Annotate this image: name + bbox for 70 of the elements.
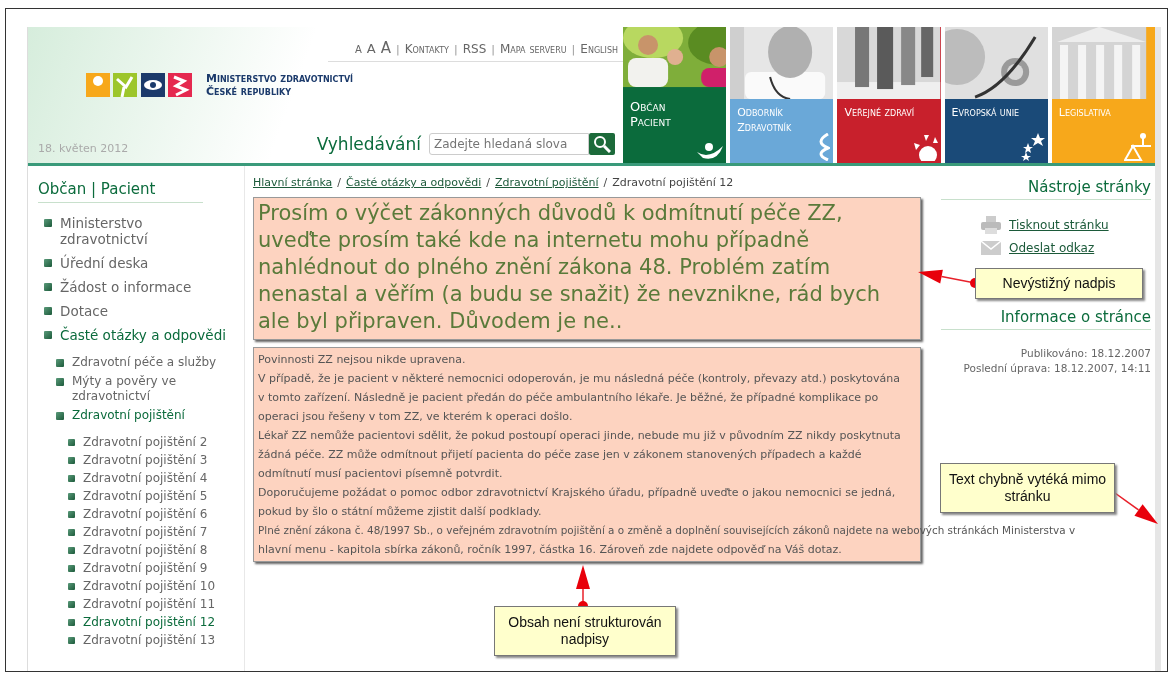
separator: / xyxy=(603,176,608,189)
info-title: Informace o stránce xyxy=(941,308,1151,330)
ministry-logo[interactable] xyxy=(86,73,192,97)
sun-icon xyxy=(913,135,938,161)
sidebar-item[interactable]: Úřední deska xyxy=(44,255,244,271)
annotation-callout: Nevýstižný nadpis xyxy=(975,268,1143,299)
tool-link[interactable]: Odeslat odkaz xyxy=(1009,241,1095,255)
tool-link[interactable]: Tisknout stránku xyxy=(1009,218,1109,232)
search-label: Vyhledávání xyxy=(316,134,421,154)
sidebar-item[interactable]: Zdravotní pojištění 11 xyxy=(68,597,244,612)
article-heading: Prosím o výčet zákonných důvodů k odmítnutí péče ZZ, uveďte prosím také kde na internetu mohu případně nahlédnout do plného znění zákona 48. Problém zatím nenastal a věřím (a budu se snažit) že nevznikne, rád bych ale byl připraven. Důvodem je ne.. xyxy=(253,197,921,340)
separator: | xyxy=(571,43,576,56)
sidebar-item[interactable]: Zdravotní pojištění 5 xyxy=(68,489,244,504)
article-paragraph: Doporučujeme požádat o pomoc odbor zdravotnictví Krajského úřadu, případně uveďte o jakou nemocnici se jedná, pokud by šlo o státní můžeme zjistit další podklady. xyxy=(258,485,897,520)
sidebar-item[interactable]: Zdravotní pojištění 8 xyxy=(68,543,244,558)
header-link[interactable]: RSS xyxy=(462,42,487,56)
article-paragraph: Povinnosti ZZ nejsou nikde upravena. xyxy=(258,352,467,368)
separator: / xyxy=(337,176,342,189)
sidebar-item[interactable]: Ministerstvo zdravotnictví xyxy=(44,215,244,247)
sidebar-item[interactable]: Zdravotní pojištění xyxy=(56,408,244,423)
tools-title: Nástroje stránky xyxy=(941,178,1151,200)
font-size-button[interactable]: A xyxy=(354,44,362,55)
scales-icon xyxy=(1124,133,1152,161)
header-link[interactable]: Kontakty xyxy=(404,42,449,56)
sidebar-item[interactable]: Zdravotní pojištění 12 xyxy=(68,615,244,630)
sidebar-item[interactable]: Žádost o informace xyxy=(44,279,244,295)
section-tile[interactable]: Veřejné zdraví xyxy=(837,27,941,163)
breadcrumb-link[interactable]: Zdravotní pojištění xyxy=(495,176,599,189)
section-tile[interactable]: Občan Pacient xyxy=(623,27,727,163)
sidebar-item[interactable]: Zdravotní pojištění 13 xyxy=(68,633,244,648)
sidebar-item[interactable]: Zdravotní pojištění 6 xyxy=(68,507,244,522)
separator: | xyxy=(395,43,400,56)
article-paragraph: V případě, že je pacient v některé nemocnici odoperován, je mu následná péče (kontroly, převazy atd.) poskytována v tomto zařízení. Následně je pacient předán do péče ambulantního lékaře. Je běžné, že případné komplikace po operaci jsou řešeny v tom ZZ, ve kterém k operaci došlo. xyxy=(258,371,901,425)
sidebar-item[interactable]: Zdravotní pojištění 4 xyxy=(68,471,244,486)
article-paragraph: Lékař ZZ nemůže pacientovi sdělit, že pokud postoupí operaci jinde, nebude mu již v původním ZZ nikdy poskytnuta žádná péče. ZZ může odmítnout přijetí pacienta do péče zase jen v zákonem stanovených případech a každé odmítnutí musí pacientovi písemně potvrdit. xyxy=(258,428,902,482)
ministry-name: České republiky xyxy=(206,85,292,98)
breadcrumb-link[interactable]: Hlavní stránka xyxy=(253,176,333,189)
header-link[interactable]: English xyxy=(580,42,618,56)
font-size-button[interactable]: A xyxy=(380,39,391,57)
sidebar-item[interactable]: Zdravotní pojištění 2 xyxy=(68,435,244,450)
search-button[interactable] xyxy=(589,133,615,155)
font-size-button[interactable]: A xyxy=(366,41,376,56)
breadcrumb-current: Zdravotní pojištění 12 xyxy=(612,176,734,189)
sidebar-item[interactable]: Mýty a pověry ve zdravotnictví xyxy=(56,374,244,404)
separator: / xyxy=(486,176,490,189)
envelope-icon xyxy=(981,240,1001,256)
ministry-name: Ministerstvo zdravotnictví xyxy=(206,72,354,85)
stars-icon xyxy=(1020,133,1045,161)
separator: | xyxy=(453,43,458,56)
article-paragraph: hlavní menu - kapitola sbírka zákonů, ročník 1997, částka 16. Zároveň zde najdete odpověď na Váš dotaz. xyxy=(258,542,843,558)
sidebar-item[interactable]: Zdravotní pojištění 3 xyxy=(68,453,244,468)
sidebar-item[interactable]: Zdravotní pojištění 10 xyxy=(68,579,244,594)
modified-date: Poslední úprava: 18.12.2007, 14:11 xyxy=(963,361,1151,376)
sidebar-item[interactable]: Dotace xyxy=(44,303,244,319)
search-field[interactable]: Zadejte hledaná slova xyxy=(429,133,589,155)
sidebar-item[interactable]: Zdravotní pojištění 7 xyxy=(68,525,244,540)
breadcrumb-link[interactable]: Časté otázky a odpovědi xyxy=(346,176,482,189)
printer-icon xyxy=(981,216,1001,234)
separator: | xyxy=(491,43,495,56)
annotation-callout: Obsah není strukturován nadpisy xyxy=(494,606,676,656)
section-tile[interactable]: Evropská unie xyxy=(944,27,1048,163)
header-link[interactable]: Mapa serveru xyxy=(499,42,567,56)
date: 18. květen 2012 xyxy=(38,142,129,155)
sidebar-title: Občan | Pacient xyxy=(38,180,203,203)
sidebar-item[interactable]: Zdravotní péče a služby xyxy=(56,355,244,370)
sidebar-item[interactable]: Časté otázky a odpovědi xyxy=(44,327,244,343)
annotation-callout: Text chybně vytéká mimo stránku xyxy=(940,463,1115,513)
sidebar-item[interactable]: Zdravotní pojištění 9 xyxy=(68,561,244,576)
published-date: Publikováno: 18.12.2007 xyxy=(1020,346,1151,361)
figure-icon xyxy=(697,143,724,161)
